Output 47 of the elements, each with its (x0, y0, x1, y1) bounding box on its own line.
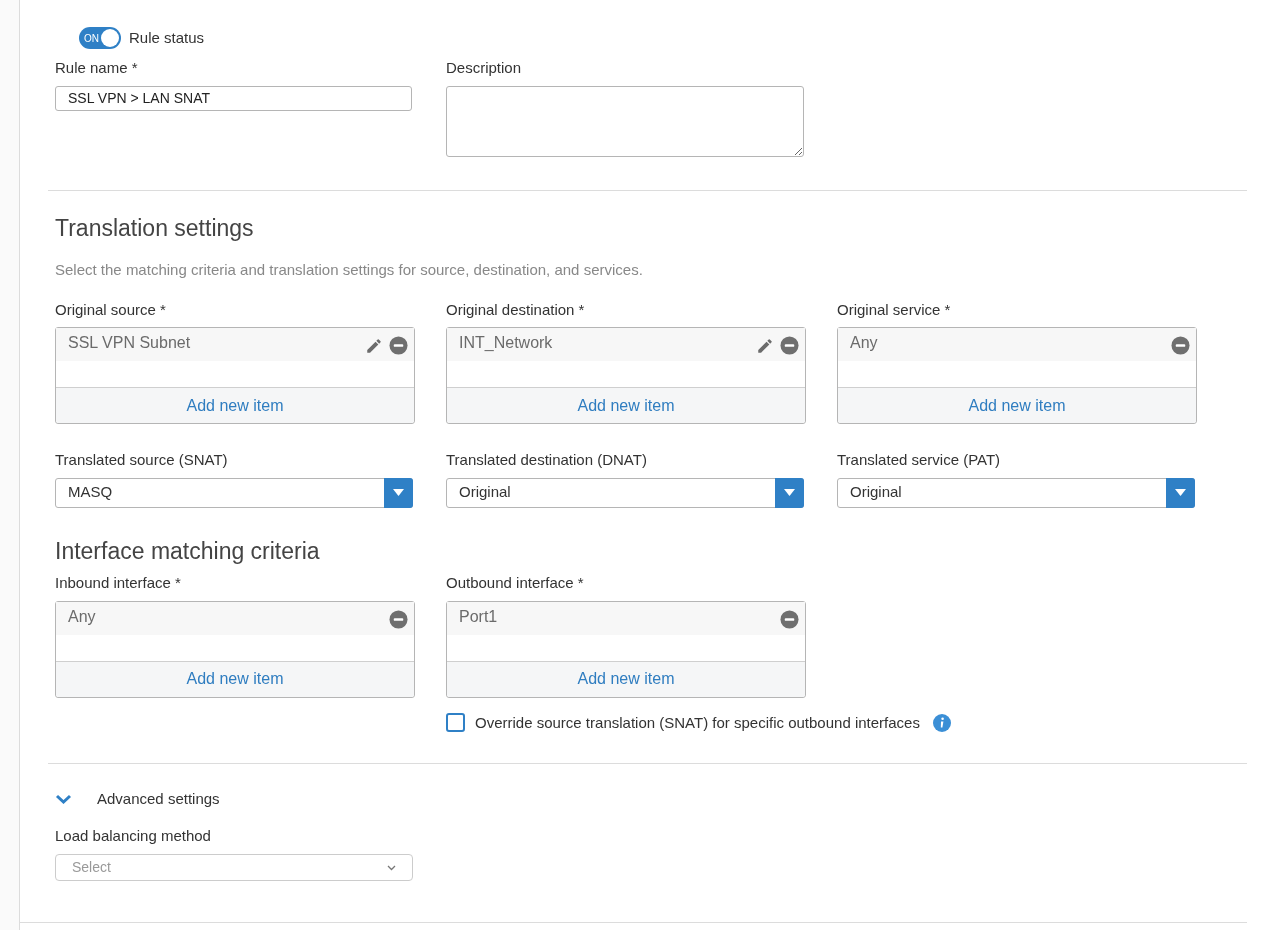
checkbox[interactable] (446, 713, 465, 733)
add-new-item-button[interactable]: Add new item (838, 387, 1196, 423)
list-item: Any (850, 333, 878, 353)
select-dropdown[interactable]: Select (55, 854, 413, 881)
field-label: Original source * (55, 299, 167, 320)
field-label: Translated source (SNAT) (55, 450, 229, 470)
caret-icon (393, 489, 404, 496)
field-label: Outbound interface * (446, 573, 585, 593)
chevron-icon (387, 864, 396, 871)
dropdown[interactable]: Original (446, 477, 804, 508)
list-item: Any (68, 606, 96, 627)
advanced-settings-toggle[interactable]: Advanced settings (55, 788, 220, 811)
pencil-icon[interactable] (756, 336, 774, 355)
dropdown[interactable]: MASQ (55, 477, 413, 508)
toggle-switch[interactable]: ON (79, 27, 121, 49)
checkbox-label: Override source translation (SNAT) for specific outbound interfaces (475, 712, 920, 733)
add-new-item-button[interactable]: Add new item (56, 660, 414, 697)
section-title: Translation settings (55, 213, 255, 243)
field-label: Description (446, 58, 523, 78)
list-item: INT_Network (459, 333, 553, 353)
add-new-item-button[interactable]: Add new item (56, 387, 414, 423)
add-new-item-button[interactable]: Add new item (447, 660, 805, 697)
field-label: Translated destination (DNAT) (446, 450, 648, 470)
list-item: Port1 (459, 606, 498, 627)
section-title: Interface matching criteria (55, 536, 321, 566)
field-label: Inbound interface * (55, 573, 182, 593)
field-label: Translated service (PAT) (837, 450, 1002, 470)
dropdown[interactable]: Original (837, 477, 1195, 508)
caret-icon (784, 489, 795, 496)
toggle-label: Rule status (129, 27, 205, 48)
field-label: Original service * (837, 299, 952, 320)
pencil-icon[interactable] (365, 336, 383, 355)
add-new-item-button[interactable]: Add new item (447, 387, 805, 423)
remove-icon[interactable] (389, 336, 408, 355)
remove-icon[interactable] (780, 336, 799, 355)
field-label: Load balancing method (55, 825, 212, 846)
section-description: Select the matching criteria and translation settings for source, destination, and services. (55, 260, 644, 280)
remove-icon[interactable] (389, 609, 408, 629)
rule-name-field[interactable]: SSL VPN > LAN SNAT (55, 85, 412, 111)
field-label: Original destination * (446, 299, 586, 320)
info-icon[interactable] (932, 713, 951, 732)
remove-icon[interactable] (780, 609, 799, 629)
remove-icon[interactable] (1171, 336, 1190, 355)
field-label: Rule name * (55, 58, 139, 78)
description-field[interactable] (446, 85, 804, 157)
caret-icon (1175, 489, 1186, 496)
list-item: SSL VPN Subnet (68, 333, 191, 353)
